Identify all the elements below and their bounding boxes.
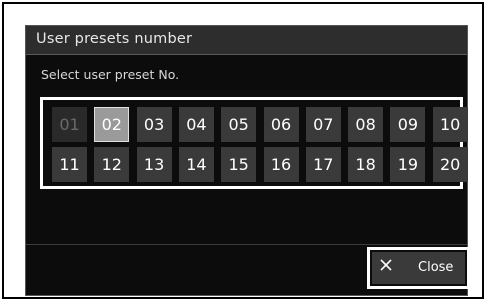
preset-button-16[interactable]: 16 (263, 147, 299, 182)
preset-button-05[interactable]: 05 (221, 107, 257, 142)
preset-button-12[interactable]: 12 (94, 147, 130, 182)
preset-button-18[interactable]: 18 (348, 147, 384, 182)
divider (26, 244, 467, 245)
preset-button-09[interactable]: 09 (390, 107, 426, 142)
preset-button-03[interactable]: 03 (136, 107, 172, 142)
close-button-label: Close (418, 260, 454, 275)
preset-button-06[interactable]: 06 (263, 107, 299, 142)
preset-button-panel: 01 02 03 04 05 06 07 08 09 10 11 12 13 14 15 16 17 18 19 20 (40, 97, 468, 189)
preset-button-04[interactable]: 04 (178, 107, 214, 142)
dialog-subtitle: Select user preset No. (41, 67, 180, 82)
user-presets-dialog: User presets number Select user preset N… (25, 25, 470, 296)
preset-button-11[interactable]: 11 (52, 147, 87, 182)
preset-button-02[interactable]: 02 (94, 107, 130, 142)
close-icon (380, 259, 392, 271)
preset-button-10[interactable]: 10 (432, 107, 468, 142)
preset-button-19[interactable]: 19 (390, 147, 426, 182)
preset-button-17[interactable]: 17 (305, 147, 341, 182)
preset-button-20[interactable]: 20 (432, 147, 468, 182)
preset-button-13[interactable]: 13 (136, 147, 172, 182)
preset-button-08[interactable]: 08 (348, 107, 384, 142)
preset-button-01: 01 (52, 107, 87, 142)
preset-button-07[interactable]: 07 (305, 107, 341, 142)
dialog-title: User presets number (36, 31, 193, 47)
dialog-titlebar: User presets number (26, 26, 467, 55)
preset-button-14[interactable]: 14 (178, 147, 214, 182)
close-button[interactable]: Close (367, 247, 470, 289)
preset-button-15[interactable]: 15 (221, 147, 257, 182)
close-button-face: Close (372, 252, 465, 284)
